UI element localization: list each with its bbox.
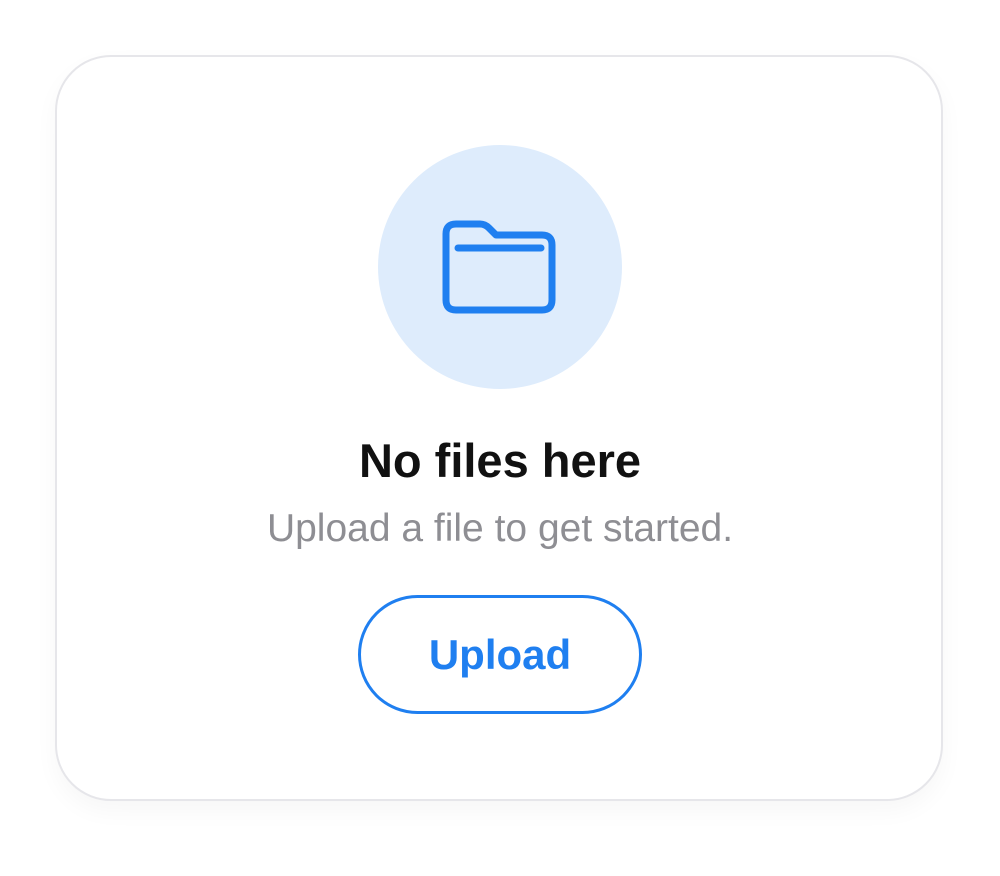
upload-button[interactable]: Upload: [358, 595, 642, 714]
empty-state-subtitle: Upload a file to get started.: [266, 507, 734, 550]
folder-icon: [442, 220, 556, 314]
folder-icon-badge: [378, 145, 622, 389]
empty-state-title: No files here: [358, 434, 642, 487]
